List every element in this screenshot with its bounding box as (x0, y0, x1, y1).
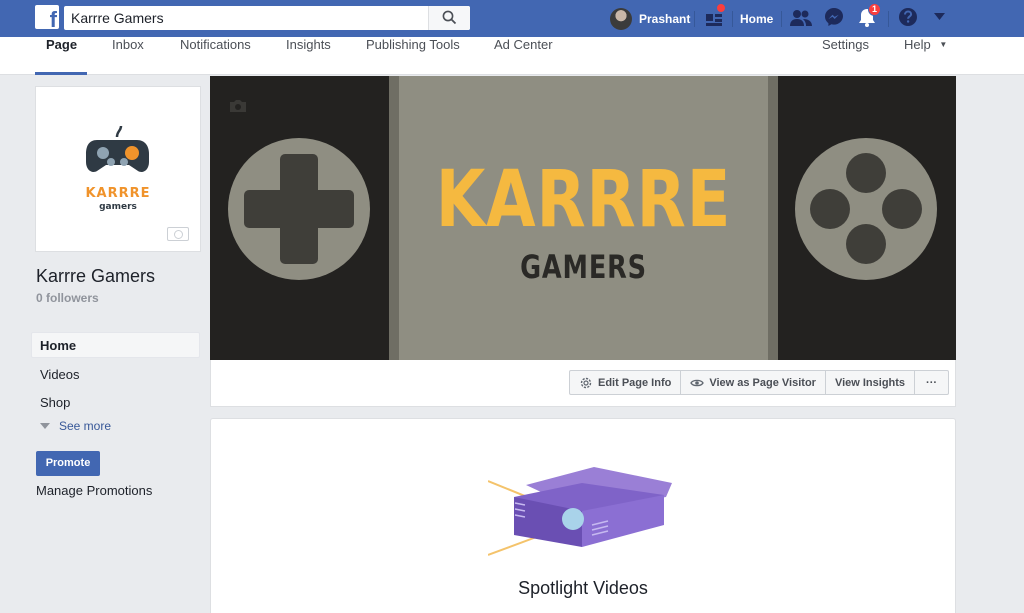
profile-name: Prashant (639, 11, 691, 26)
avatar (610, 7, 632, 30)
search-input[interactable] (64, 6, 428, 30)
search-icon (442, 10, 457, 25)
sidebar-item-home[interactable]: Home (40, 338, 76, 353)
update-photo-camera-icon[interactable] (167, 227, 189, 241)
tab-help[interactable]: Help ▼ (904, 37, 947, 75)
help-dropdown-icon: ▼ (939, 40, 948, 49)
page-title[interactable]: Karrre Gamers (36, 266, 155, 287)
edit-page-info-button[interactable]: Edit Page Info (570, 371, 682, 394)
tab-settings[interactable]: Settings (822, 37, 869, 75)
logo-brand-subtext: gamers (99, 202, 137, 212)
gear-icon (580, 377, 592, 388)
friend-requests-icon[interactable] (790, 9, 812, 27)
more-dots-icon: ··· (926, 376, 938, 389)
more-options-button[interactable]: ··· (915, 371, 948, 394)
divider (694, 11, 695, 27)
profile-link[interactable]: Prashant (610, 0, 690, 37)
tab-ad-center[interactable]: Ad Center (494, 37, 553, 75)
promote-button[interactable]: Promote (36, 451, 100, 476)
account-menu-chevron-icon[interactable] (934, 13, 945, 21)
active-tab-indicator (35, 72, 87, 75)
divider (781, 11, 782, 27)
sidebar-item-videos[interactable]: Videos (40, 367, 80, 382)
caret-down-icon (40, 423, 50, 429)
view-as-visitor-label: View as Page Visitor (709, 376, 816, 389)
cover-title: KARRRE (435, 155, 732, 245)
see-more-link[interactable]: See more (40, 419, 111, 433)
pages-feed-badge (716, 3, 726, 13)
help-icon[interactable] (898, 7, 918, 27)
page-actions-group: Edit Page Info View as Page Visitor View… (569, 370, 950, 395)
divider (732, 11, 733, 27)
projector-illustration-icon (488, 467, 672, 556)
tab-insights[interactable]: Insights (286, 37, 331, 75)
view-as-visitor-button[interactable]: View as Page Visitor (681, 371, 826, 394)
logo-brand-text: KARRRE (85, 186, 151, 201)
tab-page[interactable]: Page (46, 37, 77, 75)
edit-page-info-label: Edit Page Info (598, 376, 672, 389)
see-more-label: See more (59, 419, 112, 433)
page-nav: Page Inbox Notifications Insights Publis… (0, 37, 1024, 75)
change-cover-camera-icon[interactable] (229, 99, 247, 113)
sidebar-item-shop[interactable]: Shop (40, 395, 70, 410)
search-box[interactable] (64, 6, 470, 30)
cover-photo[interactable]: KARRRE GAMERS (210, 76, 956, 360)
profile-picture[interactable]: KARRRE gamers (35, 86, 201, 252)
manage-promotions-link[interactable]: Manage Promotions (36, 483, 152, 498)
top-bar: f Prashant Home 1 (0, 0, 1024, 37)
messenger-icon[interactable] (824, 7, 844, 27)
tab-inbox[interactable]: Inbox (112, 37, 144, 75)
tab-publishing-tools[interactable]: Publishing Tools (366, 37, 460, 75)
notifications-count-badge: 1 (868, 3, 881, 16)
facebook-logo-icon[interactable]: f (35, 5, 59, 29)
cover-subtitle: GAMERS (520, 248, 647, 286)
followers-count: 0 followers (36, 291, 99, 305)
search-button[interactable] (428, 6, 470, 30)
facebook-logo-letter: f (49, 7, 57, 29)
tab-notifications[interactable]: Notifications (180, 37, 251, 75)
view-insights-button[interactable]: View Insights (826, 371, 916, 394)
help-label: Help (904, 37, 931, 52)
spotlight-videos-title: Spotlight Videos (518, 578, 648, 598)
divider (888, 11, 889, 27)
eye-icon (690, 379, 705, 386)
home-link[interactable]: Home (740, 0, 773, 37)
